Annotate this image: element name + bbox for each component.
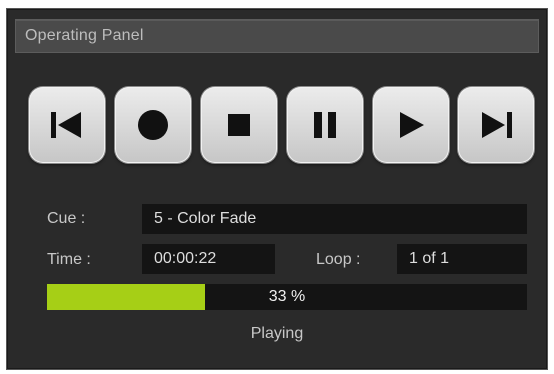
stop-button[interactable] — [201, 87, 277, 163]
operating-panel: Operating Panel Cue: 5 - Color Fade Tim… — [6, 8, 548, 370]
status-text: Playing — [250, 325, 304, 342]
panel-header: Operating Panel — [15, 19, 539, 53]
progress-bar: 33 % — [47, 284, 527, 310]
time-label: Time : — [47, 251, 91, 268]
skip-back-icon — [51, 112, 81, 138]
play-button[interactable] — [373, 87, 449, 163]
stop-icon — [228, 114, 250, 136]
time-field: 00:00:22 — [142, 244, 275, 274]
loop-label: Loop : — [316, 251, 361, 268]
cue-label: Cue : — [47, 210, 86, 227]
pause-icon — [314, 112, 336, 138]
panel-title: Operating Panel — [25, 27, 144, 44]
pause-button[interactable] — [287, 87, 363, 163]
cue-field: 5 - Color Fade — [142, 204, 527, 234]
skip-forward-icon — [482, 112, 512, 138]
record-icon — [138, 110, 168, 140]
transport-controls — [29, 87, 534, 163]
loop-field: 1 of 1 — [397, 244, 527, 274]
next-button[interactable] — [458, 87, 534, 163]
previous-button[interactable] — [29, 87, 105, 163]
progress-text: 33 % — [268, 288, 306, 305]
play-icon — [400, 112, 424, 138]
record-button[interactable] — [115, 87, 191, 163]
